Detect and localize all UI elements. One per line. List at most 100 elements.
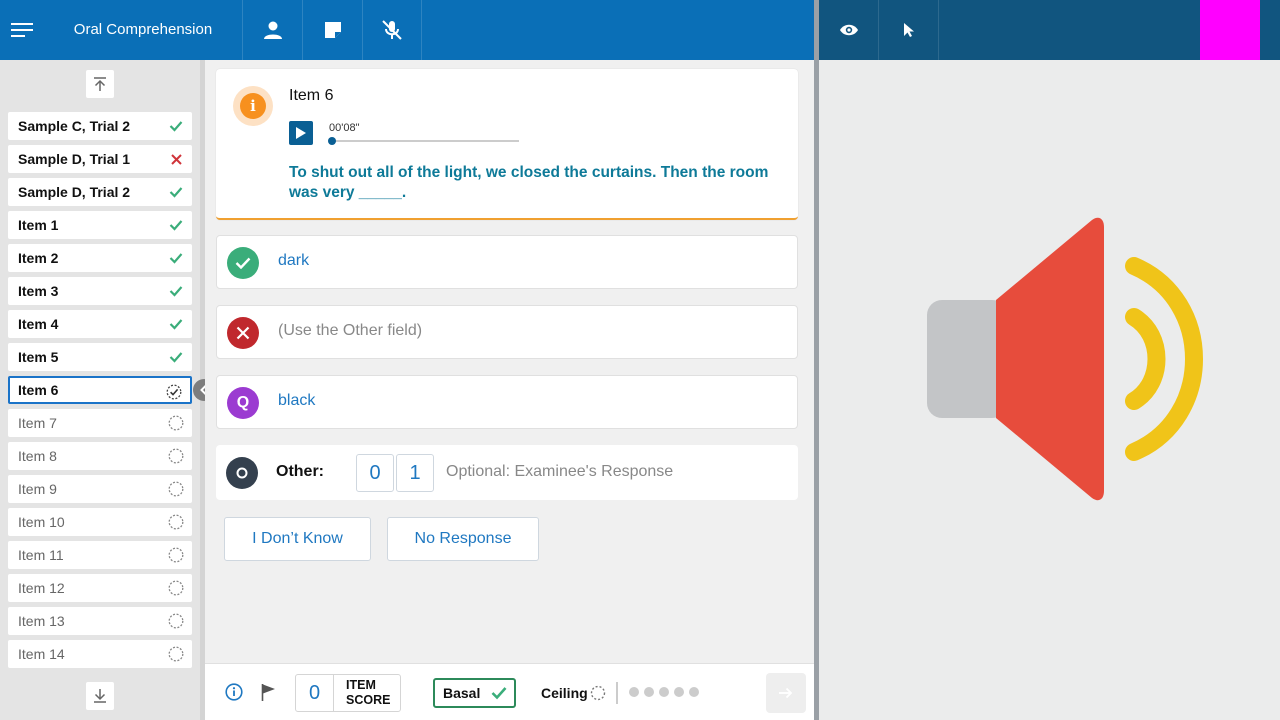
progress-dot <box>629 687 639 697</box>
main-panel: i Item 6 00'08" To shut out all of the l… <box>205 60 814 663</box>
basal-label: Basal <box>443 685 481 701</box>
item-title: Item 6 <box>289 87 334 104</box>
response-option-correct[interactable]: dark <box>216 235 798 289</box>
response-option-incorrect[interactable]: (Use the Other field) <box>216 305 798 359</box>
sidebar-item[interactable]: Item 3 <box>8 277 192 305</box>
query-badge: Q <box>227 387 259 419</box>
item-score-label-line2: SCORE <box>346 693 391 707</box>
audio-progress-knob[interactable] <box>328 137 336 145</box>
sidebar-item-label: Sample C, Trial 2 <box>18 118 131 134</box>
x-icon <box>168 151 184 167</box>
response-option-query[interactable]: Q black <box>216 375 798 429</box>
sidebar-item[interactable]: Item 14 <box>8 640 192 668</box>
play-icon <box>296 127 306 139</box>
examinee-response-input[interactable]: Optional: Examinee's Response <box>446 463 673 481</box>
item-list[interactable]: Sample C, Trial 2 Sample D, Trial 1 Sample… <box>8 104 192 676</box>
sidebar-item-label: Sample D, Trial 2 <box>18 184 131 200</box>
menu-button[interactable] <box>0 0 44 60</box>
pending-icon <box>168 646 184 662</box>
response-label: dark <box>278 252 310 269</box>
footer-bar: 0 ITEM SCORE Basal Ceiling <box>205 663 814 720</box>
item-prompt: To shut out all of the light, we closed … <box>289 164 769 201</box>
check-icon <box>168 217 184 233</box>
examinee-button[interactable] <box>242 0 302 60</box>
menu-icon <box>11 23 33 37</box>
sidebar-item[interactable]: Item 8 <box>8 442 192 470</box>
flag-button[interactable] <box>259 682 279 702</box>
basal-status: Basal <box>433 678 516 708</box>
cursor-icon <box>903 23 914 37</box>
item-score: 0 ITEM SCORE <box>295 674 401 712</box>
ceiling-label: Ceiling <box>541 685 588 701</box>
pending-icon <box>168 613 184 629</box>
sidebar-item-label: Sample D, Trial 1 <box>18 151 131 167</box>
pointer-button[interactable] <box>879 0 939 60</box>
next-button[interactable] <box>766 673 806 713</box>
dont-know-button[interactable]: I Don’t Know <box>224 517 371 561</box>
sidebar-item[interactable]: Item 13 <box>8 607 192 635</box>
color-swatch <box>1200 0 1260 60</box>
sidebar-item-label: Item 4 <box>18 316 59 332</box>
circle-icon <box>236 467 248 479</box>
sidebar-item[interactable]: Item 12 <box>8 574 192 602</box>
sidebar-item-label: Item 1 <box>18 217 59 233</box>
sidebar-item[interactable]: Item 1 <box>8 211 192 239</box>
sidebar-item[interactable]: Item 2 <box>8 244 192 272</box>
other-radio[interactable] <box>226 457 258 489</box>
info-badge[interactable]: i <box>233 86 273 126</box>
sidebar-item-label: Item 9 <box>18 481 57 497</box>
sidebar-item[interactable]: Item 7 <box>8 409 192 437</box>
play-button[interactable] <box>289 121 313 145</box>
audio-time: 00'08" <box>329 122 360 134</box>
sidebar-item[interactable]: Item 10 <box>8 508 192 536</box>
view-button[interactable] <box>819 0 879 60</box>
scroll-top-button[interactable] <box>86 70 114 98</box>
mic-button[interactable] <box>362 0 422 60</box>
sidebar-item-label: Item 5 <box>18 349 59 365</box>
sidebar-item[interactable]: Sample C, Trial 2 <box>8 112 192 140</box>
right-top-bar <box>819 0 1280 60</box>
audio-progress-track[interactable] <box>329 140 519 142</box>
sidebar-item-label: Item 2 <box>18 250 59 266</box>
check-icon <box>235 257 251 269</box>
stimulus-panel <box>819 60 1280 720</box>
sidebar-item[interactable]: Item 4 <box>8 310 192 338</box>
response-label: black <box>278 392 316 409</box>
score-0-button[interactable]: 0 <box>356 454 394 492</box>
sidebar-item-label: Item 8 <box>18 448 57 464</box>
sidebar-item[interactable]: Item 11 <box>8 541 192 569</box>
notes-button[interactable] <box>302 0 362 60</box>
sidebar-item[interactable]: Item 9 <box>8 475 192 503</box>
sidebar-item[interactable]: Sample D, Trial 1 <box>8 145 192 173</box>
mic-off-icon <box>382 20 402 40</box>
pending-icon <box>168 514 184 530</box>
info-button[interactable] <box>224 682 244 702</box>
response-label: (Use the Other field) <box>278 322 423 339</box>
eye-icon <box>839 24 858 36</box>
ceiling-progress-dots <box>629 687 699 697</box>
pending-icon <box>168 448 184 464</box>
pending-icon <box>168 580 184 596</box>
speaker-icon[interactable] <box>924 215 1214 505</box>
correct-badge <box>227 247 259 279</box>
sidebar-item-label: Item 12 <box>18 580 65 596</box>
note-icon <box>324 22 341 38</box>
sidebar-item[interactable]: Sample D, Trial 2 <box>8 178 192 206</box>
arrow-down-to-line-icon <box>94 689 106 703</box>
item-score-value: 0 <box>296 675 334 711</box>
sidebar-item[interactable]: Item 5 <box>8 343 192 371</box>
check-icon <box>491 687 507 700</box>
sidebar-item-label: Item 14 <box>18 646 65 662</box>
x-icon <box>236 326 250 340</box>
user-icon <box>263 21 282 39</box>
no-response-button[interactable]: No Response <box>387 517 539 561</box>
check-icon <box>168 283 184 299</box>
progress-dot <box>674 687 684 697</box>
sidebar-item-label: Item 3 <box>18 283 59 299</box>
scroll-bottom-button[interactable] <box>86 682 114 710</box>
in-progress-icon <box>166 384 182 400</box>
progress-dot <box>659 687 669 697</box>
score-1-button[interactable]: 1 <box>396 454 434 492</box>
question-card: i Item 6 00'08" To shut out all of the l… <box>216 69 798 220</box>
sidebar-item[interactable]: Item 6 <box>8 376 192 404</box>
